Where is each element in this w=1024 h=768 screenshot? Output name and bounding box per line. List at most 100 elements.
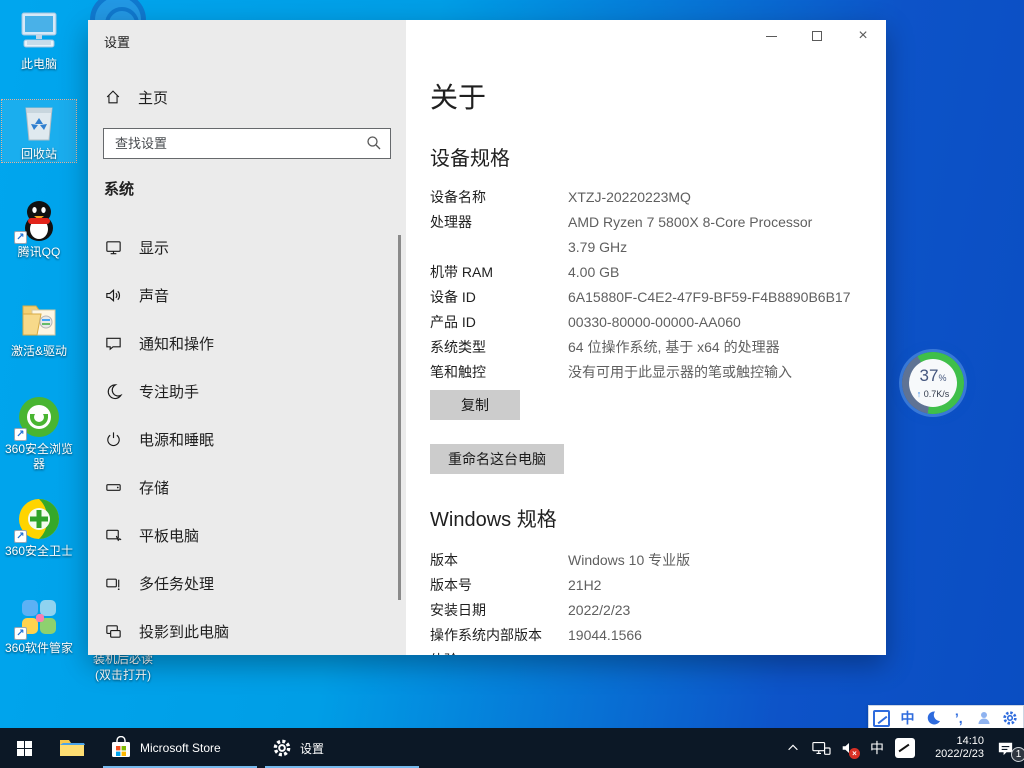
sidebar-item-display[interactable]: 显示 [88,227,398,267]
tray-network-icon[interactable] [810,728,832,768]
ime-halfwidth-moon-icon[interactable] [922,707,944,729]
this-pc-icon [16,10,62,54]
shortcut-arrow-icon: ↗ [14,231,27,244]
360-software-manager-icon: ↗ [16,594,62,638]
window-caption-buttons: × [748,20,886,52]
settings-main-panel: 关于 设备规格 设备名称XTZJ-20220223MQ 处理器AMD Ryzen… [406,20,886,655]
sidebar-item-label: 投影到此电脑 [139,621,229,642]
sidebar-item-multitasking[interactable]: 多任务处理 [88,563,398,603]
spec-row: 版本Windows 10 专业版 [430,548,878,573]
focus-assist-icon [104,382,123,401]
settings-sidebar: 设置 主页 系统 显示 [88,20,406,655]
maximize-icon [812,31,822,41]
windows-logo-icon [17,741,32,756]
clock-date: 2022/2/23 [922,748,984,761]
percent-sign: % [938,373,946,383]
minimize-button[interactable] [748,20,794,52]
spec-row: 操作系统内部版本19044.1566 [430,623,878,648]
notifications-icon [104,334,123,353]
spec-row: 产品 ID00330-80000-00000-AA060 [430,310,878,335]
multitasking-icon [104,574,123,593]
sidebar-item-sound[interactable]: 声音 [88,275,398,315]
ime-chinese-mode[interactable]: 中 [896,707,918,729]
desktop-icon-label: 腾讯QQ [2,245,76,260]
sidebar-item-storage[interactable]: 存储 [88,467,398,507]
sidebar-item-label: 多任务处理 [139,573,214,594]
sidebar-home-label: 主页 [138,87,168,108]
clock-time: 14:10 [922,735,984,748]
settings-gear-icon [272,738,292,758]
spec-row: 机带 RAM4.00 GB [430,260,878,285]
sidebar-item-label: 专注助手 [139,381,199,402]
tray-volume-muted-icon[interactable]: × [838,728,860,768]
spec-row: 系统类型64 位操作系统, 基于 x64 的处理器 [430,335,878,360]
desktop-icon-activation-drivers[interactable]: 激活&驱动 [2,297,76,359]
desktop-icon-tencent-qq[interactable]: ↗ 腾讯QQ [2,198,76,260]
file-explorer-button[interactable] [48,728,96,768]
sidebar-item-tablet[interactable]: 平板电脑 [88,515,398,555]
close-button[interactable]: × [840,20,886,52]
desktop-icon-label: 此电脑 [2,57,76,72]
desktop-icon-360-safeguard[interactable]: ↗ 360安全卫士 [2,497,76,559]
action-center-button[interactable]: 1 [990,728,1020,768]
taskbar-button-label: Microsoft Store [140,741,221,755]
projecting-icon [104,622,123,641]
notification-count-badge: 1 [1011,747,1024,762]
settings-window: 设置 主页 系统 显示 [88,20,886,655]
tablet-icon [104,526,123,545]
taskbar-button-label: 设置 [300,740,324,757]
taskbar: Microsoft Store 设置 [0,728,1024,768]
memory-percent: 37 [920,366,939,385]
sidebar-item-power-sleep[interactable]: 电源和睡眠 [88,419,398,459]
tray-ime-indicator[interactable]: 中 [866,728,888,768]
power-sleep-icon [104,430,123,449]
qq-penguin-icon: ↗ [16,198,62,242]
settings-search [103,128,391,159]
sidebar-scrollbar[interactable] [398,235,401,600]
sidebar-item-notifications[interactable]: 通知和操作 [88,323,398,363]
copy-button[interactable]: 复制 [430,390,520,420]
desktop-icon-readme-label[interactable]: 装机后必读(双击打开) [88,651,158,683]
taskbar-button-microsoft-store[interactable]: Microsoft Store [100,728,260,768]
sidebar-item-label: 平板电脑 [139,525,199,546]
search-input[interactable] [103,128,391,159]
taskbar-button-settings[interactable]: 设置 [262,728,422,768]
ime-punctuation-icon[interactable]: ’, [948,707,970,729]
desktop-icon-360-software-manager[interactable]: ↗ 360软件管家 [2,594,76,656]
sidebar-item-label: 显示 [139,237,169,258]
tray-sogou-icon[interactable] [894,728,916,768]
desktop-icon-360-browser[interactable]: ↗ 360安全浏览器 [2,395,76,472]
device-spec-rows: 设备名称XTZJ-20220223MQ 处理器AMD Ryzen 7 5800X… [430,185,878,385]
folder-icon [16,297,62,341]
ime-input-icon[interactable] [871,707,893,729]
windows-spec-rows: 版本Windows 10 专业版 版本号21H2 安装日期2022/2/23 操… [430,548,878,655]
sidebar-item-projecting[interactable]: 投影到此电脑 [88,611,398,651]
ime-settings-gear-icon[interactable] [999,707,1021,729]
chevron-up-icon [786,741,800,755]
spec-row: 设备名称XTZJ-20220223MQ [430,185,878,210]
desktop: 此电脑 回收站 ↗ 腾讯QQ [0,0,1024,768]
sidebar-item-home[interactable]: 主页 [98,80,396,114]
desktop-icon-label: 360软件管家 [2,641,76,656]
desktop-icon-recycle-bin[interactable]: 回收站 [2,100,76,162]
taskbar-clock[interactable]: 14:10 2022/2/23 [922,735,984,761]
network-speed: 0.7K/s [924,389,950,399]
desktop-icon-this-pc[interactable]: 此电脑 [2,10,76,72]
window-title: 设置 [104,32,130,51]
tray-show-hidden-icons[interactable] [782,728,804,768]
sidebar-item-focus-assist[interactable]: 专注助手 [88,371,398,411]
ime-account-icon[interactable] [973,707,995,729]
file-explorer-icon [59,737,85,759]
rename-pc-button[interactable]: 重命名这台电脑 [430,444,564,474]
search-icon[interactable] [366,135,382,151]
upload-arrow-icon: ↑ [917,389,922,399]
spec-row: 笔和触控没有可用于此显示器的笔或触控输入 [430,360,878,385]
maximize-button[interactable] [794,20,840,52]
sidebar-item-label: 电源和睡眠 [139,429,214,450]
storage-icon [104,478,123,497]
shortcut-arrow-icon: ↗ [14,627,27,640]
spec-row: 设备 ID6A15880F-C4E2-47F9-BF59-F4B8890B6B1… [430,285,878,310]
360-safeguard-icon: ↗ [16,497,62,541]
start-button[interactable] [0,728,48,768]
360-speed-widget[interactable]: 37% ↑ 0.7K/s [902,352,964,414]
